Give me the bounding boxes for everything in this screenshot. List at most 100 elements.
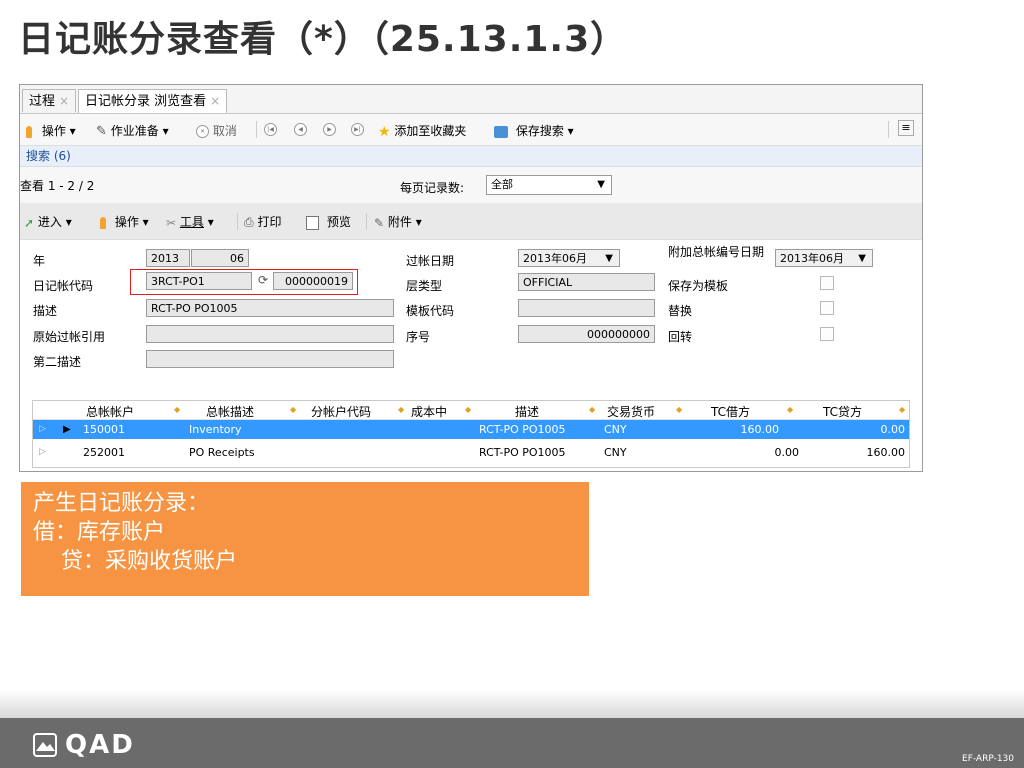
chevron-down-icon: ▼ [858, 253, 866, 264]
sort-icon[interactable]: ◆ [174, 405, 180, 414]
qad-logo-icon [33, 733, 57, 757]
print-button[interactable]: ⎙ 打印 [244, 213, 281, 230]
per-page-select[interactable]: 全部 ▼ [486, 175, 612, 195]
sort-icon[interactable]: ◆ [290, 405, 296, 414]
reverse-checkbox[interactable] [820, 327, 834, 341]
record-actions-menu[interactable]: 操作 ▾ [100, 213, 149, 230]
post-date-label: 过帐日期 [406, 254, 455, 268]
col-currency[interactable]: 交易货币 [607, 403, 655, 420]
refresh-icon[interactable]: ⟳ [258, 273, 268, 287]
tab-process-label: 过程 [29, 94, 56, 109]
table-row[interactable]: ▷ 252001 PO Receipts RCT-PO PO1005 CNY 0… [33, 443, 909, 462]
journal-code-label: 日记帐代码 [33, 279, 94, 293]
col-gl-desc[interactable]: 总帐描述 [206, 403, 254, 420]
toolbar-divider [366, 213, 367, 230]
add-favorite-button[interactable]: ★ 添加至收藏夹 [378, 122, 466, 140]
table-row[interactable]: ▷ ▶ 150001 Inventory RCT-PO PO1005 CNY 1… [33, 420, 909, 439]
close-icon[interactable]: × [59, 94, 69, 108]
sort-icon[interactable]: ◆ [676, 405, 682, 414]
close-icon[interactable]: × [210, 94, 220, 108]
work-menu[interactable]: ✎ 作业准备 ▾ [96, 122, 169, 139]
journal-code-field[interactable]: 3RCT-PO1 [146, 272, 252, 290]
slide-title: 日记账分录查看（*）（25.13.1.3） [18, 19, 628, 60]
record-toolbar: ➚ 进入 ▾ 操作 ▾ ✂ 工具 ▾ ⎙ 打印 预览 ✎ 附件 ▾ [20, 203, 922, 240]
description-field[interactable]: RCT-PO PO1005 [146, 299, 394, 317]
cell-tc-debit: 0.00 [774, 446, 800, 459]
gl-date-select[interactable]: 2013年06月 ▼ [775, 249, 873, 267]
sort-icon[interactable]: ◆ [398, 405, 404, 414]
sort-icon[interactable]: ◆ [589, 405, 595, 414]
first-record-icon[interactable]: |◀ [264, 123, 277, 136]
last-record-icon[interactable]: ▶| [351, 123, 364, 136]
pin-icon [26, 125, 32, 138]
cell-description: RCT-PO PO1005 [479, 446, 566, 459]
menu-icon[interactable]: ≡ [898, 120, 914, 136]
sequence-field[interactable]: 000000000 [518, 325, 655, 343]
per-page-label: 每页记录数: [400, 181, 465, 195]
enter-label: 进入 [37, 215, 62, 229]
footer-gradient [0, 690, 1024, 718]
replace-checkbox[interactable] [820, 301, 834, 315]
col-description[interactable]: 描述 [515, 403, 539, 420]
cell-gl-account: 252001 [83, 446, 125, 459]
col-cost-center[interactable]: 成本中 [411, 403, 447, 420]
callout-line: 产生日记账分录： [33, 491, 210, 516]
attach-menu[interactable]: ✎ 附件 ▾ [374, 213, 422, 230]
add-favorite-label: 添加至收藏夹 [394, 124, 467, 138]
cancel-icon: ✕ [196, 125, 209, 138]
tab-process[interactable]: 过程 × [22, 89, 77, 112]
search-panel-toggle[interactable]: 搜索 (6) [20, 146, 922, 167]
next-record-icon[interactable]: ▶ [323, 123, 336, 136]
expand-icon[interactable]: ▷ [39, 420, 46, 439]
prev-record-icon[interactable]: ◀ [294, 123, 307, 136]
toolbar-divider [237, 213, 238, 230]
template-code-field[interactable] [518, 299, 655, 317]
tools-menu[interactable]: ✂ 工具 ▾ [166, 213, 214, 230]
save-template-label: 保存为模板 [668, 279, 729, 293]
post-date-value: 2013年06月 [523, 252, 587, 265]
star-icon: ★ [378, 123, 391, 140]
second-description-field[interactable] [146, 350, 394, 368]
preview-button[interactable]: 预览 [306, 213, 351, 230]
sort-icon[interactable]: ◆ [465, 405, 471, 414]
qad-logo: QAD [33, 730, 135, 760]
col-gl-account[interactable]: 总帐帐户 [86, 403, 134, 420]
expand-icon[interactable]: ▷ [39, 443, 46, 462]
callout-box: 产生日记账分录： 借：库存账户 贷：采购收货账户 [21, 482, 589, 596]
sort-icon[interactable]: ◆ [899, 405, 905, 414]
slide-footer: QAD EF-ARP-130 [0, 718, 1024, 768]
col-tc-credit[interactable]: TC贷方 [823, 403, 862, 420]
gl-date-label: 附加总帐编号日期 [668, 245, 765, 259]
slide-code: EF-ARP-130 [962, 754, 1014, 764]
layer-type-field[interactable]: OFFICIAL [518, 273, 655, 291]
original-ref-field[interactable] [146, 325, 394, 343]
record-actions-label: 操作 [114, 215, 139, 229]
save-template-checkbox[interactable] [820, 276, 834, 290]
print-label: 打印 [257, 215, 282, 229]
tab-bar: 过程 × 日记帐分录 浏览查看 × [20, 85, 922, 114]
journal-lines-grid: 总帐帐户 ◆ 总帐描述 ◆ 分帐户代码 ◆ 成本中 ◆ 描述 ◆ 交易货币 ◆ … [32, 400, 910, 468]
tools-icon: ✂ [166, 215, 177, 230]
cancel-button[interactable]: ✕ 取消 [196, 122, 237, 139]
col-sub-account[interactable]: 分帐户代码 [311, 403, 371, 420]
enter-menu[interactable]: ➚ 进入 ▾ [24, 213, 72, 230]
chevron-down-icon: ▼ [597, 179, 605, 190]
save-search-menu[interactable]: 保存搜索 ▾ [494, 122, 574, 139]
year-label: 年 [33, 254, 46, 268]
cell-currency: CNY [604, 446, 627, 459]
post-date-select[interactable]: 2013年06月 ▼ [518, 249, 620, 267]
toolbar-divider [888, 121, 889, 138]
cell-description: RCT-PO PO1005 [479, 423, 566, 436]
reverse-label: 回转 [668, 330, 693, 344]
preview-label: 预览 [326, 215, 351, 229]
journal-number-field[interactable]: 000000019 [273, 272, 353, 290]
col-tc-debit[interactable]: TC借方 [711, 403, 750, 420]
view-row: 查看 1 - 2 / 2 每页记录数: 全部 ▼ [20, 167, 922, 203]
callout-line: 借：库存账户 [33, 520, 166, 545]
tools-label: 工具 [179, 215, 204, 229]
year-field[interactable]: 2013 [146, 249, 190, 267]
tab-journal-browse[interactable]: 日记帐分录 浏览查看 × [78, 89, 228, 113]
actions-menu[interactable]: 操作 ▾ [26, 122, 76, 139]
period-field[interactable]: 06 [191, 249, 249, 267]
sort-icon[interactable]: ◆ [787, 405, 793, 414]
